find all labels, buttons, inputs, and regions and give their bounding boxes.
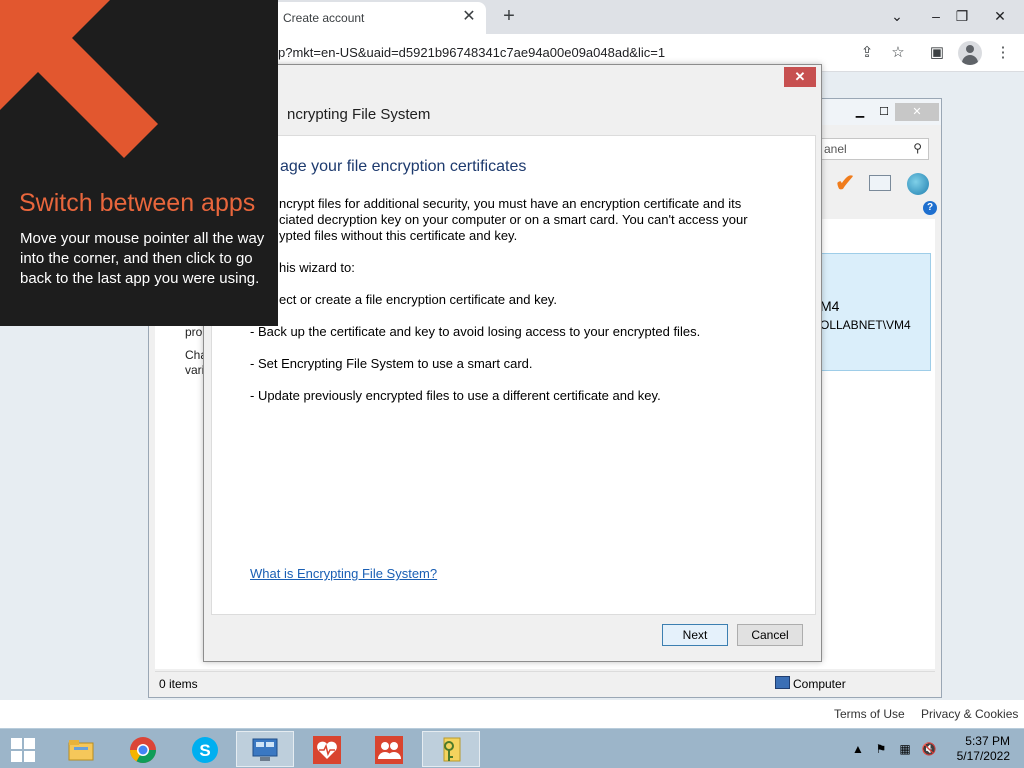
- user-name: M4: [820, 298, 840, 314]
- chrome-icon: [129, 737, 157, 764]
- taskbar: S ▲ ⚑ ▦ 🔇 5:37 PM 5/17/2022: [0, 728, 1024, 768]
- profile-avatar-icon[interactable]: [958, 41, 982, 65]
- tip-body: Move your mouse pointer all the way into…: [20, 230, 265, 287]
- card-icon[interactable]: [869, 175, 891, 191]
- remote-desktop-icon: [252, 738, 278, 761]
- clock-date: 5/17/2022: [956, 749, 1010, 763]
- explorer-toolbar: ✔: [809, 169, 939, 197]
- system-clock[interactable]: 5:37 PM 5/17/2022: [948, 734, 1010, 764]
- globe-icon[interactable]: [907, 173, 929, 195]
- switch-apps-tip: Switch between apps Move your mouse poin…: [0, 0, 278, 326]
- dialog-close-button[interactable]: ✕: [784, 67, 816, 87]
- bullet-item: - Update previously encrypted files to u…: [250, 388, 661, 403]
- dialog-title: ncrypting File System: [287, 106, 431, 123]
- svg-text:S: S: [199, 741, 210, 760]
- share-icon[interactable]: ⇪: [856, 42, 878, 64]
- skype-icon: S: [192, 737, 218, 763]
- dialog-heading: age your file encryption certificates: [280, 158, 527, 175]
- tip-title: Switch between apps: [19, 189, 256, 217]
- network-icon[interactable]: ▦: [897, 741, 913, 757]
- text-fragment: vari: [185, 363, 205, 377]
- what-is-efs-link[interactable]: What is Encrypting File System?: [250, 566, 437, 581]
- bullet-item: - Back up the certificate and key to avo…: [250, 324, 701, 339]
- taskbar-skype[interactable]: S: [176, 731, 234, 767]
- explorer-close-button[interactable]: ✕: [895, 103, 939, 121]
- browser-tab[interactable]: Create account ✕: [270, 2, 486, 34]
- taskbar-chrome[interactable]: [114, 731, 172, 767]
- explorer-maximize-button[interactable]: ☐: [871, 103, 897, 121]
- privacy-cookies-link[interactable]: Privacy & Cookies: [921, 707, 1018, 721]
- bookmark-star-icon[interactable]: ☆: [887, 42, 909, 64]
- taskbar-health-app[interactable]: [298, 731, 356, 767]
- computer-icon: [775, 676, 790, 689]
- taskbar-remote-desktop[interactable]: [236, 731, 294, 767]
- status-location: Computer: [775, 676, 846, 691]
- status-items: 0 items: [159, 677, 198, 691]
- next-button[interactable]: Next: [662, 624, 728, 646]
- efs-wizard-dialog: ✕ ncrypting File System age your file en…: [203, 64, 822, 662]
- taskbar-file-explorer[interactable]: [52, 731, 110, 767]
- address-bar[interactable]: p?mkt=en-US&uaid=d5921b96748341c7ae94a00…: [278, 45, 665, 60]
- windows-logo-pane: [24, 738, 35, 749]
- new-tab-button[interactable]: +: [498, 5, 520, 27]
- tab-title: Create account: [283, 11, 365, 25]
- bullet-item: - Set Encrypting File System to use a sm…: [250, 356, 533, 371]
- corner-arrow-icon: [0, 0, 158, 158]
- folder-icon: [68, 740, 94, 761]
- key-icon: [443, 737, 461, 762]
- show-hidden-icons-chevron-icon[interactable]: ▲: [850, 741, 866, 757]
- taskbar-key-manager[interactable]: [422, 731, 480, 767]
- search-icon[interactable]: ⚲: [913, 141, 922, 155]
- checkmark-icon[interactable]: ✔: [835, 169, 855, 198]
- intro-line: ypted files without this certificate and…: [279, 228, 518, 243]
- user-account: OLLABNET\VM4: [820, 318, 911, 332]
- menu-icon[interactable]: ⋮: [992, 42, 1014, 64]
- help-icon[interactable]: ?: [923, 201, 937, 215]
- search-text: anel: [824, 142, 847, 156]
- windows-logo-icon: [11, 738, 22, 749]
- intro-line: ncrypt files for additional security, yo…: [279, 196, 742, 211]
- use-wizard-line: his wizard to:: [279, 260, 355, 275]
- dialog-body: age your file encryption certificates nc…: [211, 135, 816, 615]
- cancel-button[interactable]: Cancel: [737, 624, 803, 646]
- people-icon: [375, 736, 403, 764]
- restore-button[interactable]: ❐: [945, 2, 979, 30]
- close-window-button[interactable]: ✕: [983, 2, 1017, 30]
- side-panel-icon[interactable]: ▣: [926, 42, 948, 64]
- windows-logo-pane: [11, 751, 22, 762]
- taskbar-people-app[interactable]: [360, 731, 418, 767]
- tab-search-icon[interactable]: ⌄: [880, 2, 914, 30]
- windows-logo-pane: [24, 751, 35, 762]
- bullet-item: ect or create a file encryption certific…: [279, 292, 557, 307]
- intro-line: ciated decryption key on your computer o…: [279, 212, 748, 227]
- start-button[interactable]: [6, 735, 42, 763]
- explorer-search-input[interactable]: anel ⚲: [821, 138, 929, 160]
- explorer-status-bar: 0 items Computer: [155, 671, 935, 695]
- volume-muted-icon[interactable]: 🔇: [921, 741, 937, 757]
- user-account-tile[interactable]: M4 OLLABNET\VM4: [815, 253, 931, 371]
- heart-pulse-icon: [313, 736, 341, 764]
- clock-time: 5:37 PM: [965, 734, 1010, 748]
- explorer-minimize-button[interactable]: ▁: [847, 103, 873, 121]
- terms-of-use-link[interactable]: Terms of Use: [834, 707, 905, 721]
- action-center-flag-icon[interactable]: ⚑: [873, 741, 889, 757]
- status-location-label: Computer: [793, 677, 846, 691]
- text-fragment: pro: [185, 325, 203, 339]
- tab-close-icon[interactable]: ✕: [460, 8, 478, 26]
